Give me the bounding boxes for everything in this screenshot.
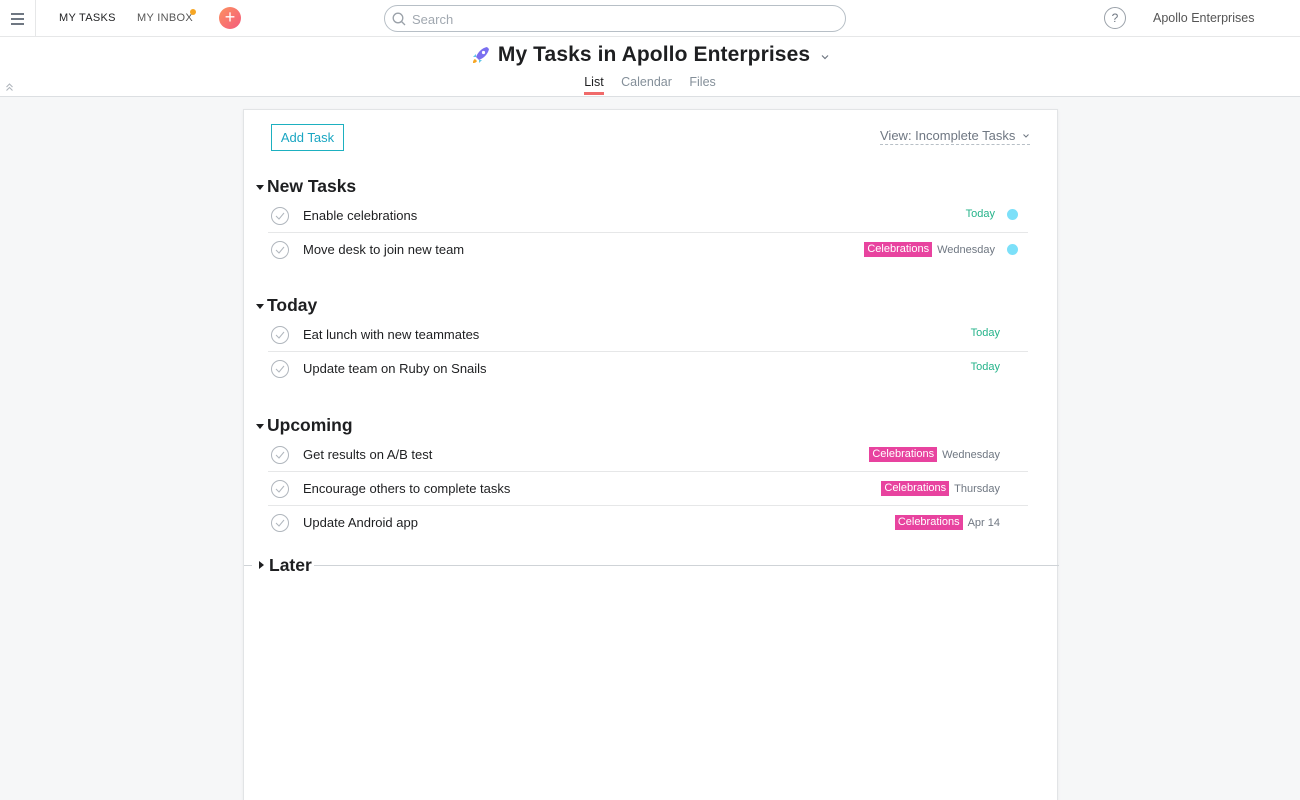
tab-calendar[interactable]: Calendar xyxy=(621,75,672,94)
complete-checkbox[interactable] xyxy=(271,360,289,378)
task-row[interactable]: Get results on A/B test Celebrations Wed… xyxy=(268,438,1028,472)
task-name[interactable]: Enable celebrations xyxy=(303,208,417,223)
checkmark-icon xyxy=(275,331,285,339)
task-name[interactable]: Update Android app xyxy=(303,515,418,530)
checkmark-icon xyxy=(275,451,285,459)
hamburger-menu-icon[interactable] xyxy=(0,0,36,37)
view-tabs: List Calendar Files xyxy=(0,75,1300,95)
due-date[interactable]: Today xyxy=(971,361,1000,373)
section-header[interactable]: Today xyxy=(256,292,1028,318)
due-date[interactable]: Wednesday xyxy=(942,449,1000,461)
task-meta: Celebrations Thursday xyxy=(881,481,1000,496)
section-title: New Tasks xyxy=(267,175,357,196)
task-row[interactable]: Update team on Ruby on Snails Today xyxy=(268,352,1028,386)
page-title[interactable]: My Tasks in Apollo Enterprises xyxy=(498,43,810,67)
section-divider xyxy=(314,565,1059,566)
collapse-triangle-icon[interactable] xyxy=(256,424,264,429)
view-filter-label: View: Incomplete Tasks xyxy=(880,128,1016,143)
task-name[interactable]: Get results on A/B test xyxy=(303,447,432,462)
complete-checkbox[interactable] xyxy=(271,446,289,464)
checkmark-icon xyxy=(275,485,285,493)
task-row[interactable]: Encourage others to complete tasks Celeb… xyxy=(268,472,1028,506)
checkmark-icon xyxy=(275,212,285,220)
task-row[interactable]: Move desk to join new team Celebrations … xyxy=(268,233,1028,267)
view-filter-dropdown[interactable]: View: Incomplete Tasks xyxy=(880,128,1030,145)
organization-switcher[interactable]: Apollo Enterprises xyxy=(1153,11,1254,25)
task-row[interactable]: Eat lunch with new teammates Today xyxy=(268,318,1028,352)
due-date[interactable]: Today xyxy=(966,208,995,220)
nav-my-tasks[interactable]: MY TASKS xyxy=(59,12,116,24)
task-meta: Celebrations Wednesday xyxy=(869,447,1000,462)
section-header[interactable]: New Tasks xyxy=(256,173,1028,199)
section-new-tasks: New Tasks Enable celebrations Today Move… xyxy=(256,173,1028,267)
collapse-triangle-icon[interactable] xyxy=(256,185,264,190)
new-task-dot xyxy=(1007,208,1018,220)
section-title: Today xyxy=(267,294,318,315)
task-row[interactable]: Enable celebrations Today xyxy=(268,199,1028,233)
task-meta: Celebrations Wednesday xyxy=(864,242,1018,257)
tag-badge[interactable]: Celebrations xyxy=(881,481,950,496)
chevron-down-icon xyxy=(1023,134,1029,138)
complete-checkbox[interactable] xyxy=(271,241,289,259)
task-list-panel: Add Task View: Incomplete Tasks New Task… xyxy=(243,109,1059,800)
section-upcoming: Upcoming Get results on A/B test Celebra… xyxy=(256,412,1028,540)
due-date[interactable]: Wednesday xyxy=(937,244,995,256)
task-meta: Celebrations Apr 14 xyxy=(894,515,1000,530)
task-name[interactable]: Eat lunch with new teammates xyxy=(303,327,479,342)
tab-list[interactable]: List xyxy=(584,75,605,95)
project-rocket-icon xyxy=(472,47,489,63)
section-divider xyxy=(244,565,252,566)
complete-checkbox[interactable] xyxy=(271,480,289,498)
task-meta: Today xyxy=(971,327,1000,339)
due-date[interactable]: Apr 14 xyxy=(968,517,1000,529)
section-title: Later xyxy=(269,554,312,575)
complete-checkbox[interactable] xyxy=(271,326,289,344)
search-bar[interactable] xyxy=(384,5,846,32)
tag-badge[interactable]: Celebrations xyxy=(869,447,938,462)
section-today: Today Eat lunch with new teammates Today… xyxy=(256,292,1028,386)
task-row[interactable]: Update Android app Celebrations Apr 14 xyxy=(268,506,1028,540)
add-task-button[interactable]: Add Task xyxy=(271,124,344,151)
task-meta: Today xyxy=(971,361,1000,373)
task-name[interactable]: Encourage others to complete tasks xyxy=(303,481,510,496)
checkmark-icon xyxy=(275,246,285,254)
checkmark-icon xyxy=(275,519,285,527)
tag-badge[interactable]: Celebrations xyxy=(864,242,933,257)
page-header: My Tasks in Apollo Enterprises List Cale… xyxy=(0,37,1300,97)
chevron-down-icon[interactable] xyxy=(820,52,830,62)
task-meta: Today xyxy=(966,208,1018,220)
complete-checkbox[interactable] xyxy=(271,514,289,532)
due-date[interactable]: Today xyxy=(971,327,1000,339)
complete-checkbox[interactable] xyxy=(271,207,289,225)
expand-triangle-icon[interactable] xyxy=(259,561,264,569)
task-name[interactable]: Update team on Ruby on Snails xyxy=(303,361,487,376)
new-task-dot xyxy=(1007,244,1018,255)
section-header[interactable]: Upcoming xyxy=(256,412,1028,438)
tab-files[interactable]: Files xyxy=(689,75,715,94)
help-icon[interactable]: ? xyxy=(1104,7,1126,29)
checkmark-icon xyxy=(275,365,285,373)
due-date[interactable]: Thursday xyxy=(954,483,1000,495)
quick-add-button[interactable]: + xyxy=(219,7,241,29)
nav-my-inbox[interactable]: MY INBOX xyxy=(137,12,193,24)
tag-badge[interactable]: Celebrations xyxy=(894,515,963,530)
task-name[interactable]: Move desk to join new team xyxy=(303,242,464,257)
section-title: Upcoming xyxy=(267,414,353,435)
top-bar: MY TASKS MY INBOX + ? Apollo Enterprises xyxy=(0,0,1300,37)
search-icon xyxy=(392,12,406,26)
inbox-notification-dot xyxy=(190,9,196,15)
collapse-triangle-icon[interactable] xyxy=(256,304,264,309)
search-input[interactable] xyxy=(412,9,832,29)
